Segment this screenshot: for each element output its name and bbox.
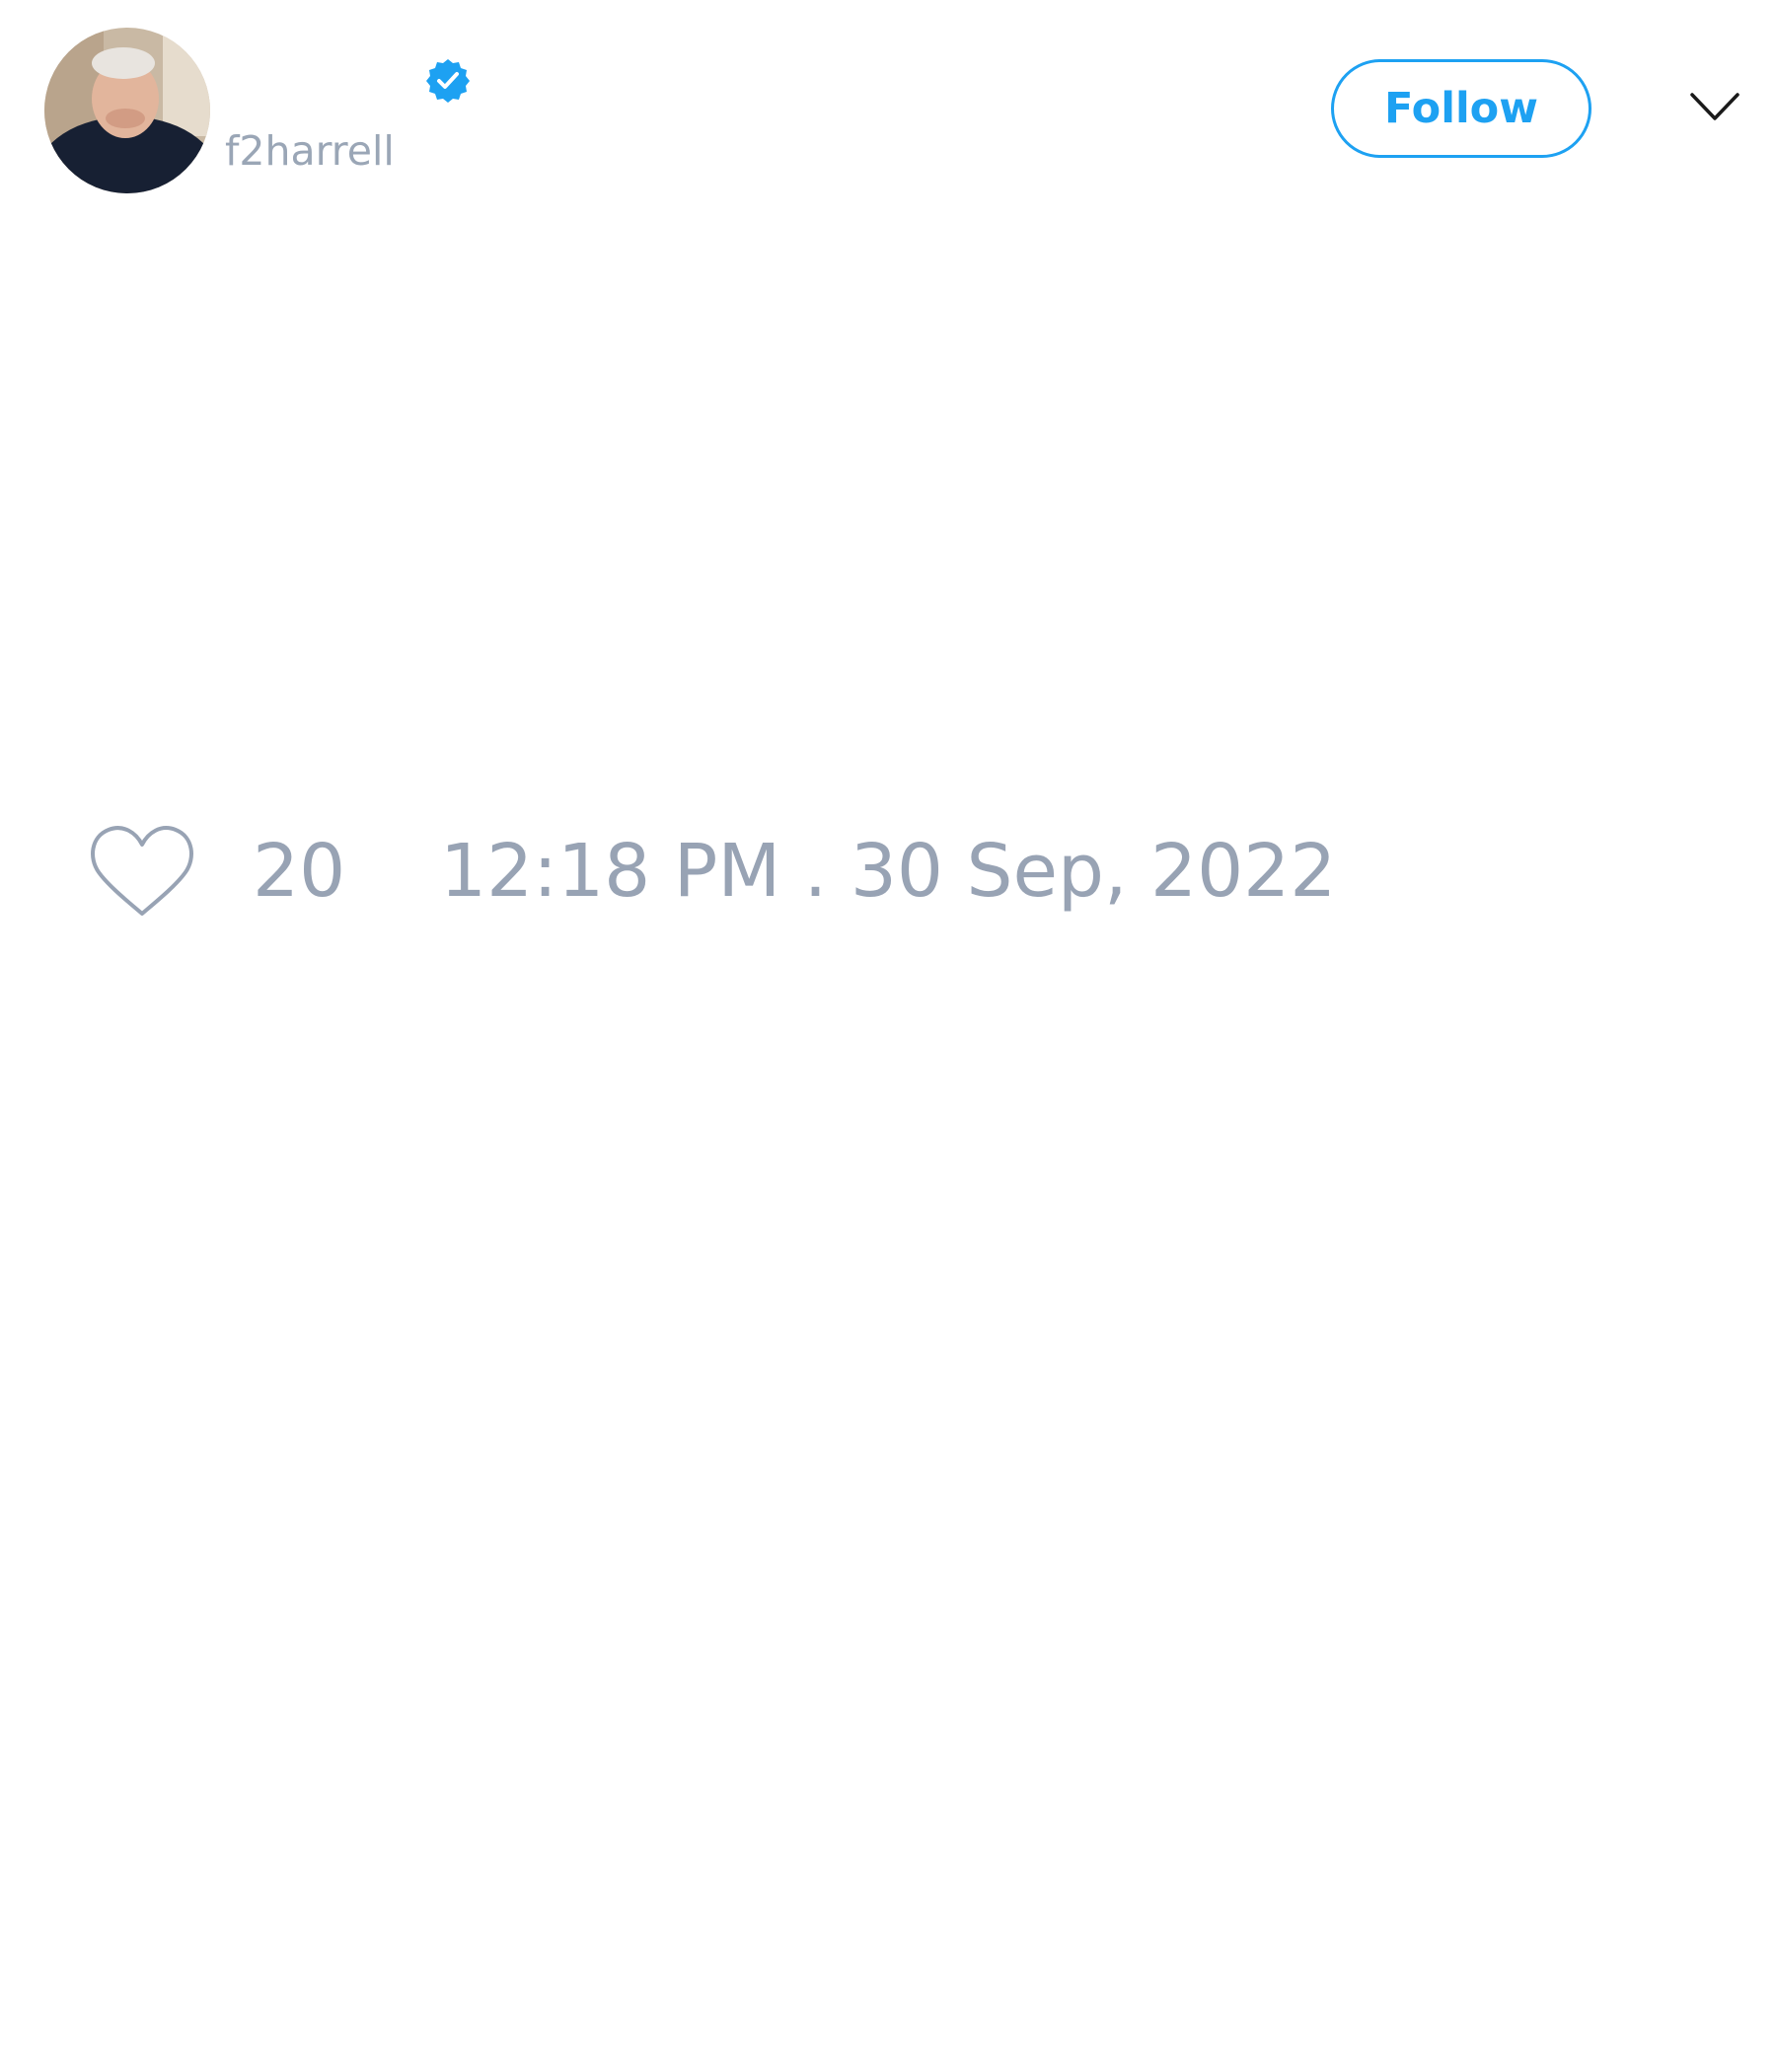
avatar-photo — [44, 28, 210, 193]
like-count: 20 — [253, 829, 346, 914]
heart-icon[interactable] — [89, 823, 195, 920]
chevron-down-icon[interactable] — [1689, 89, 1740, 128]
tweet-card: f2harrell Follow 20 12:18 PM . 30 Sep, 2… — [0, 0, 1776, 2072]
user-handle[interactable]: f2harrell — [225, 126, 395, 176]
tweet-timestamp[interactable]: 12:18 PM . 30 Sep, 2022 — [440, 827, 1336, 916]
avatar[interactable] — [44, 28, 210, 193]
follow-button[interactable]: Follow — [1331, 59, 1591, 158]
verified-badge-icon — [426, 59, 470, 103]
